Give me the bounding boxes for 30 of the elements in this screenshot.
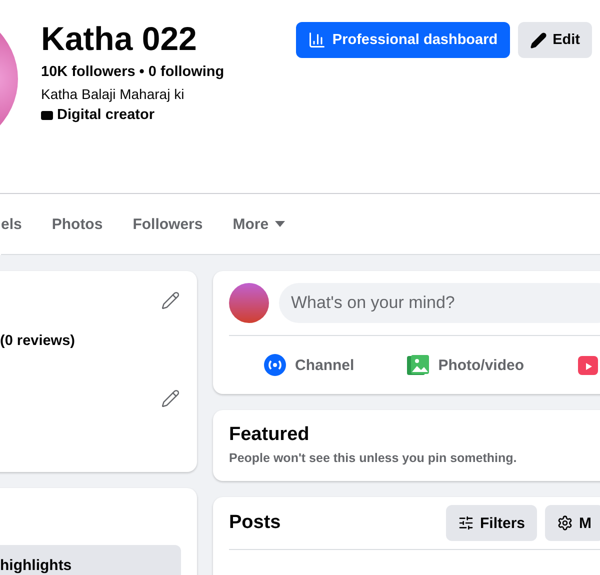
- featured-title: Featured: [229, 424, 310, 446]
- posts-title: Posts: [229, 512, 282, 534]
- profile-tab[interactable]: Followers: [132, 216, 203, 232]
- profile-tab[interactable]: More: [232, 216, 285, 232]
- composer-action[interactable]: Channel: [295, 356, 354, 374]
- rating-text: (0 reviews): [0, 333, 75, 349]
- settings-icon: [557, 515, 574, 531]
- profile-category: Digital creator: [57, 107, 154, 123]
- post-input-field[interactable]: What's on your mind?: [279, 283, 600, 323]
- pencil-icon[interactable]: [161, 291, 180, 310]
- avatar: [229, 283, 269, 323]
- profile-tab[interactable]: Photos: [52, 216, 103, 232]
- highlights-button[interactable]: highlights: [0, 545, 181, 575]
- profile-tab[interactable]: els: [1, 216, 22, 232]
- dashboard-button[interactable]: Professional dashboard: [296, 22, 510, 58]
- bar-chart-icon: [308, 31, 326, 49]
- filter-icon: [458, 515, 474, 531]
- manage-button[interactable]: M: [545, 505, 600, 541]
- broadcast-icon: [263, 353, 287, 377]
- filters-button[interactable]: Filters: [446, 505, 538, 541]
- featured-subtitle: People won't see this unless you pin something.: [229, 451, 518, 465]
- caret-icon: [274, 221, 285, 227]
- profile-name: Katha 022: [41, 20, 198, 58]
- composer-action[interactable]: Photo/video: [438, 356, 524, 374]
- pencil-icon: [530, 32, 547, 48]
- follower-stats: 10K followers • 0 following: [41, 64, 224, 80]
- edit-button[interactable]: Edit: [518, 22, 592, 58]
- profile-bio: Katha Balaji Maharaj ki: [41, 86, 186, 102]
- pencil-icon[interactable]: [161, 389, 180, 408]
- photo-icon: [406, 353, 430, 377]
